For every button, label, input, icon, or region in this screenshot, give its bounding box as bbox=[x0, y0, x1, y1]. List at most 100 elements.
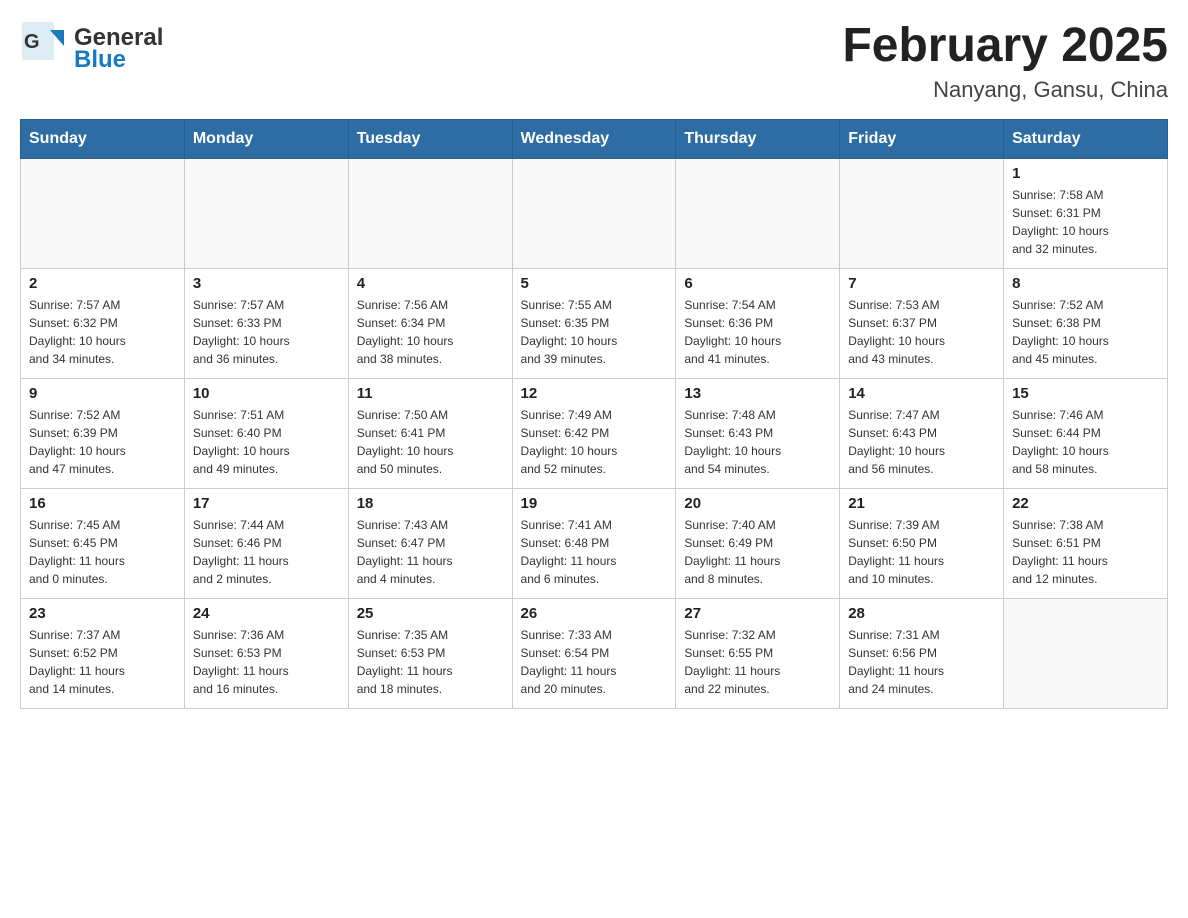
day-number: 24 bbox=[193, 605, 340, 622]
day-info: Sunrise: 7:56 AM Sunset: 6:34 PM Dayligh… bbox=[357, 296, 504, 368]
week-row-4: 16 Sunrise: 7:45 AM Sunset: 6:45 PM Dayli… bbox=[21, 488, 1168, 598]
day-info: Sunrise: 7:57 AM Sunset: 6:33 PM Dayligh… bbox=[193, 296, 340, 368]
col-tuesday: Tuesday bbox=[348, 119, 512, 158]
day-info: Sunrise: 7:33 AM Sunset: 6:54 PM Dayligh… bbox=[521, 626, 668, 698]
day-number: 6 bbox=[684, 275, 831, 292]
calendar-header-row: Sunday Monday Tuesday Wednesday Thursday… bbox=[21, 119, 1168, 158]
calendar-cell: 25 Sunrise: 7:35 AM Sunset: 6:53 PM Dayli… bbox=[348, 598, 512, 708]
day-number: 17 bbox=[193, 495, 340, 512]
calendar-cell: 16 Sunrise: 7:45 AM Sunset: 6:45 PM Dayli… bbox=[21, 488, 185, 598]
logo-blue-text: Blue bbox=[74, 48, 163, 72]
day-info: Sunrise: 7:44 AM Sunset: 6:46 PM Dayligh… bbox=[193, 516, 340, 588]
day-info: Sunrise: 7:52 AM Sunset: 6:39 PM Dayligh… bbox=[29, 406, 176, 478]
day-number: 3 bbox=[193, 275, 340, 292]
day-info: Sunrise: 7:35 AM Sunset: 6:53 PM Dayligh… bbox=[357, 626, 504, 698]
col-wednesday: Wednesday bbox=[512, 119, 676, 158]
day-number: 4 bbox=[357, 275, 504, 292]
week-row-2: 2 Sunrise: 7:57 AM Sunset: 6:32 PM Daylig… bbox=[21, 268, 1168, 378]
col-sunday: Sunday bbox=[21, 119, 185, 158]
day-number: 14 bbox=[848, 385, 995, 402]
week-row-5: 23 Sunrise: 7:37 AM Sunset: 6:52 PM Dayli… bbox=[21, 598, 1168, 708]
day-info: Sunrise: 7:36 AM Sunset: 6:53 PM Dayligh… bbox=[193, 626, 340, 698]
calendar-cell: 26 Sunrise: 7:33 AM Sunset: 6:54 PM Dayli… bbox=[512, 598, 676, 708]
calendar-cell: 6 Sunrise: 7:54 AM Sunset: 6:36 PM Daylig… bbox=[676, 268, 840, 378]
day-number: 19 bbox=[521, 495, 668, 512]
day-number: 21 bbox=[848, 495, 995, 512]
calendar-cell: 28Sunrise: 7:31 AM Sunset: 6:56 PM Dayli… bbox=[840, 598, 1004, 708]
logo-icon: G bbox=[20, 20, 68, 77]
calendar-cell: 2 Sunrise: 7:57 AM Sunset: 6:32 PM Daylig… bbox=[21, 268, 185, 378]
day-info: Sunrise: 7:37 AM Sunset: 6:52 PM Dayligh… bbox=[29, 626, 176, 698]
logo: G General Blue bbox=[20, 20, 163, 77]
calendar-cell: 17 Sunrise: 7:44 AM Sunset: 6:46 PM Dayli… bbox=[184, 488, 348, 598]
day-number: 5 bbox=[521, 275, 668, 292]
calendar-cell: 21 Sunrise: 7:39 AM Sunset: 6:50 PM Dayli… bbox=[840, 488, 1004, 598]
calendar-title-block: February 2025 Nanyang, Gansu, China bbox=[842, 20, 1168, 103]
calendar-cell: 8 Sunrise: 7:52 AM Sunset: 6:38 PM Daylig… bbox=[1004, 268, 1168, 378]
day-info: Sunrise: 7:41 AM Sunset: 6:48 PM Dayligh… bbox=[521, 516, 668, 588]
col-friday: Friday bbox=[840, 119, 1004, 158]
day-number: 12 bbox=[521, 385, 668, 402]
day-info: Sunrise: 7:47 AM Sunset: 6:43 PM Dayligh… bbox=[848, 406, 995, 478]
day-info: Sunrise: 7:38 AM Sunset: 6:51 PM Dayligh… bbox=[1012, 516, 1159, 588]
calendar-cell: 13 Sunrise: 7:48 AM Sunset: 6:43 PM Dayli… bbox=[676, 378, 840, 488]
logo-text: General Blue bbox=[74, 26, 163, 72]
day-number: 13 bbox=[684, 385, 831, 402]
calendar-cell: 11Sunrise: 7:50 AM Sunset: 6:41 PM Dayli… bbox=[348, 378, 512, 488]
calendar-cell: 19 Sunrise: 7:41 AM Sunset: 6:48 PM Dayli… bbox=[512, 488, 676, 598]
calendar-cell bbox=[348, 158, 512, 268]
week-row-1: 1 Sunrise: 7:58 AM Sunset: 6:31 PM Daylig… bbox=[21, 158, 1168, 268]
col-saturday: Saturday bbox=[1004, 119, 1168, 158]
calendar-table: Sunday Monday Tuesday Wednesday Thursday… bbox=[20, 119, 1168, 709]
day-info: Sunrise: 7:58 AM Sunset: 6:31 PM Dayligh… bbox=[1012, 186, 1159, 258]
day-number: 9 bbox=[29, 385, 176, 402]
day-number: 2 bbox=[29, 275, 176, 292]
day-info: Sunrise: 7:57 AM Sunset: 6:32 PM Dayligh… bbox=[29, 296, 176, 368]
day-info: Sunrise: 7:55 AM Sunset: 6:35 PM Dayligh… bbox=[521, 296, 668, 368]
col-thursday: Thursday bbox=[676, 119, 840, 158]
day-number: 7 bbox=[848, 275, 995, 292]
calendar-cell: 15 Sunrise: 7:46 AM Sunset: 6:44 PM Dayli… bbox=[1004, 378, 1168, 488]
calendar-cell: 4 Sunrise: 7:56 AM Sunset: 6:34 PM Daylig… bbox=[348, 268, 512, 378]
calendar-cell: 12 Sunrise: 7:49 AM Sunset: 6:42 PM Dayli… bbox=[512, 378, 676, 488]
day-number: 15 bbox=[1012, 385, 1159, 402]
day-number: 18 bbox=[357, 495, 504, 512]
day-number: 27 bbox=[684, 605, 831, 622]
calendar-cell: 9 Sunrise: 7:52 AM Sunset: 6:39 PM Daylig… bbox=[21, 378, 185, 488]
day-number: 22 bbox=[1012, 495, 1159, 512]
day-number: 23 bbox=[29, 605, 176, 622]
day-info: Sunrise: 7:48 AM Sunset: 6:43 PM Dayligh… bbox=[684, 406, 831, 478]
calendar-cell bbox=[676, 158, 840, 268]
day-number: 26 bbox=[521, 605, 668, 622]
calendar-cell: 27Sunrise: 7:32 AM Sunset: 6:55 PM Dayli… bbox=[676, 598, 840, 708]
svg-text:G: G bbox=[24, 31, 40, 53]
calendar-cell bbox=[1004, 598, 1168, 708]
day-info: Sunrise: 7:49 AM Sunset: 6:42 PM Dayligh… bbox=[521, 406, 668, 478]
day-info: Sunrise: 7:39 AM Sunset: 6:50 PM Dayligh… bbox=[848, 516, 995, 588]
day-number: 25 bbox=[357, 605, 504, 622]
day-info: Sunrise: 7:40 AM Sunset: 6:49 PM Dayligh… bbox=[684, 516, 831, 588]
day-number: 16 bbox=[29, 495, 176, 512]
day-info: Sunrise: 7:50 AM Sunset: 6:41 PM Dayligh… bbox=[357, 406, 504, 478]
week-row-3: 9 Sunrise: 7:52 AM Sunset: 6:39 PM Daylig… bbox=[21, 378, 1168, 488]
calendar-cell: 24 Sunrise: 7:36 AM Sunset: 6:53 PM Dayli… bbox=[184, 598, 348, 708]
col-monday: Monday bbox=[184, 119, 348, 158]
calendar-cell bbox=[840, 158, 1004, 268]
page-header: G General Blue February 2025 Nanyang, Ga… bbox=[20, 20, 1168, 103]
calendar-cell: 14 Sunrise: 7:47 AM Sunset: 6:43 PM Dayli… bbox=[840, 378, 1004, 488]
day-info: Sunrise: 7:45 AM Sunset: 6:45 PM Dayligh… bbox=[29, 516, 176, 588]
day-info: Sunrise: 7:46 AM Sunset: 6:44 PM Dayligh… bbox=[1012, 406, 1159, 478]
calendar-cell: 7Sunrise: 7:53 AM Sunset: 6:37 PM Daylig… bbox=[840, 268, 1004, 378]
day-info: Sunrise: 7:43 AM Sunset: 6:47 PM Dayligh… bbox=[357, 516, 504, 588]
day-number: 28 bbox=[848, 605, 995, 622]
day-info: Sunrise: 7:54 AM Sunset: 6:36 PM Dayligh… bbox=[684, 296, 831, 368]
calendar-cell bbox=[21, 158, 185, 268]
calendar-subtitle: Nanyang, Gansu, China bbox=[842, 77, 1168, 103]
calendar-cell: 22 Sunrise: 7:38 AM Sunset: 6:51 PM Dayli… bbox=[1004, 488, 1168, 598]
calendar-title: February 2025 bbox=[842, 20, 1168, 73]
calendar-cell: 1 Sunrise: 7:58 AM Sunset: 6:31 PM Daylig… bbox=[1004, 158, 1168, 268]
day-number: 8 bbox=[1012, 275, 1159, 292]
day-number: 20 bbox=[684, 495, 831, 512]
day-info: Sunrise: 7:52 AM Sunset: 6:38 PM Dayligh… bbox=[1012, 296, 1159, 368]
day-number: 1 bbox=[1012, 165, 1159, 182]
